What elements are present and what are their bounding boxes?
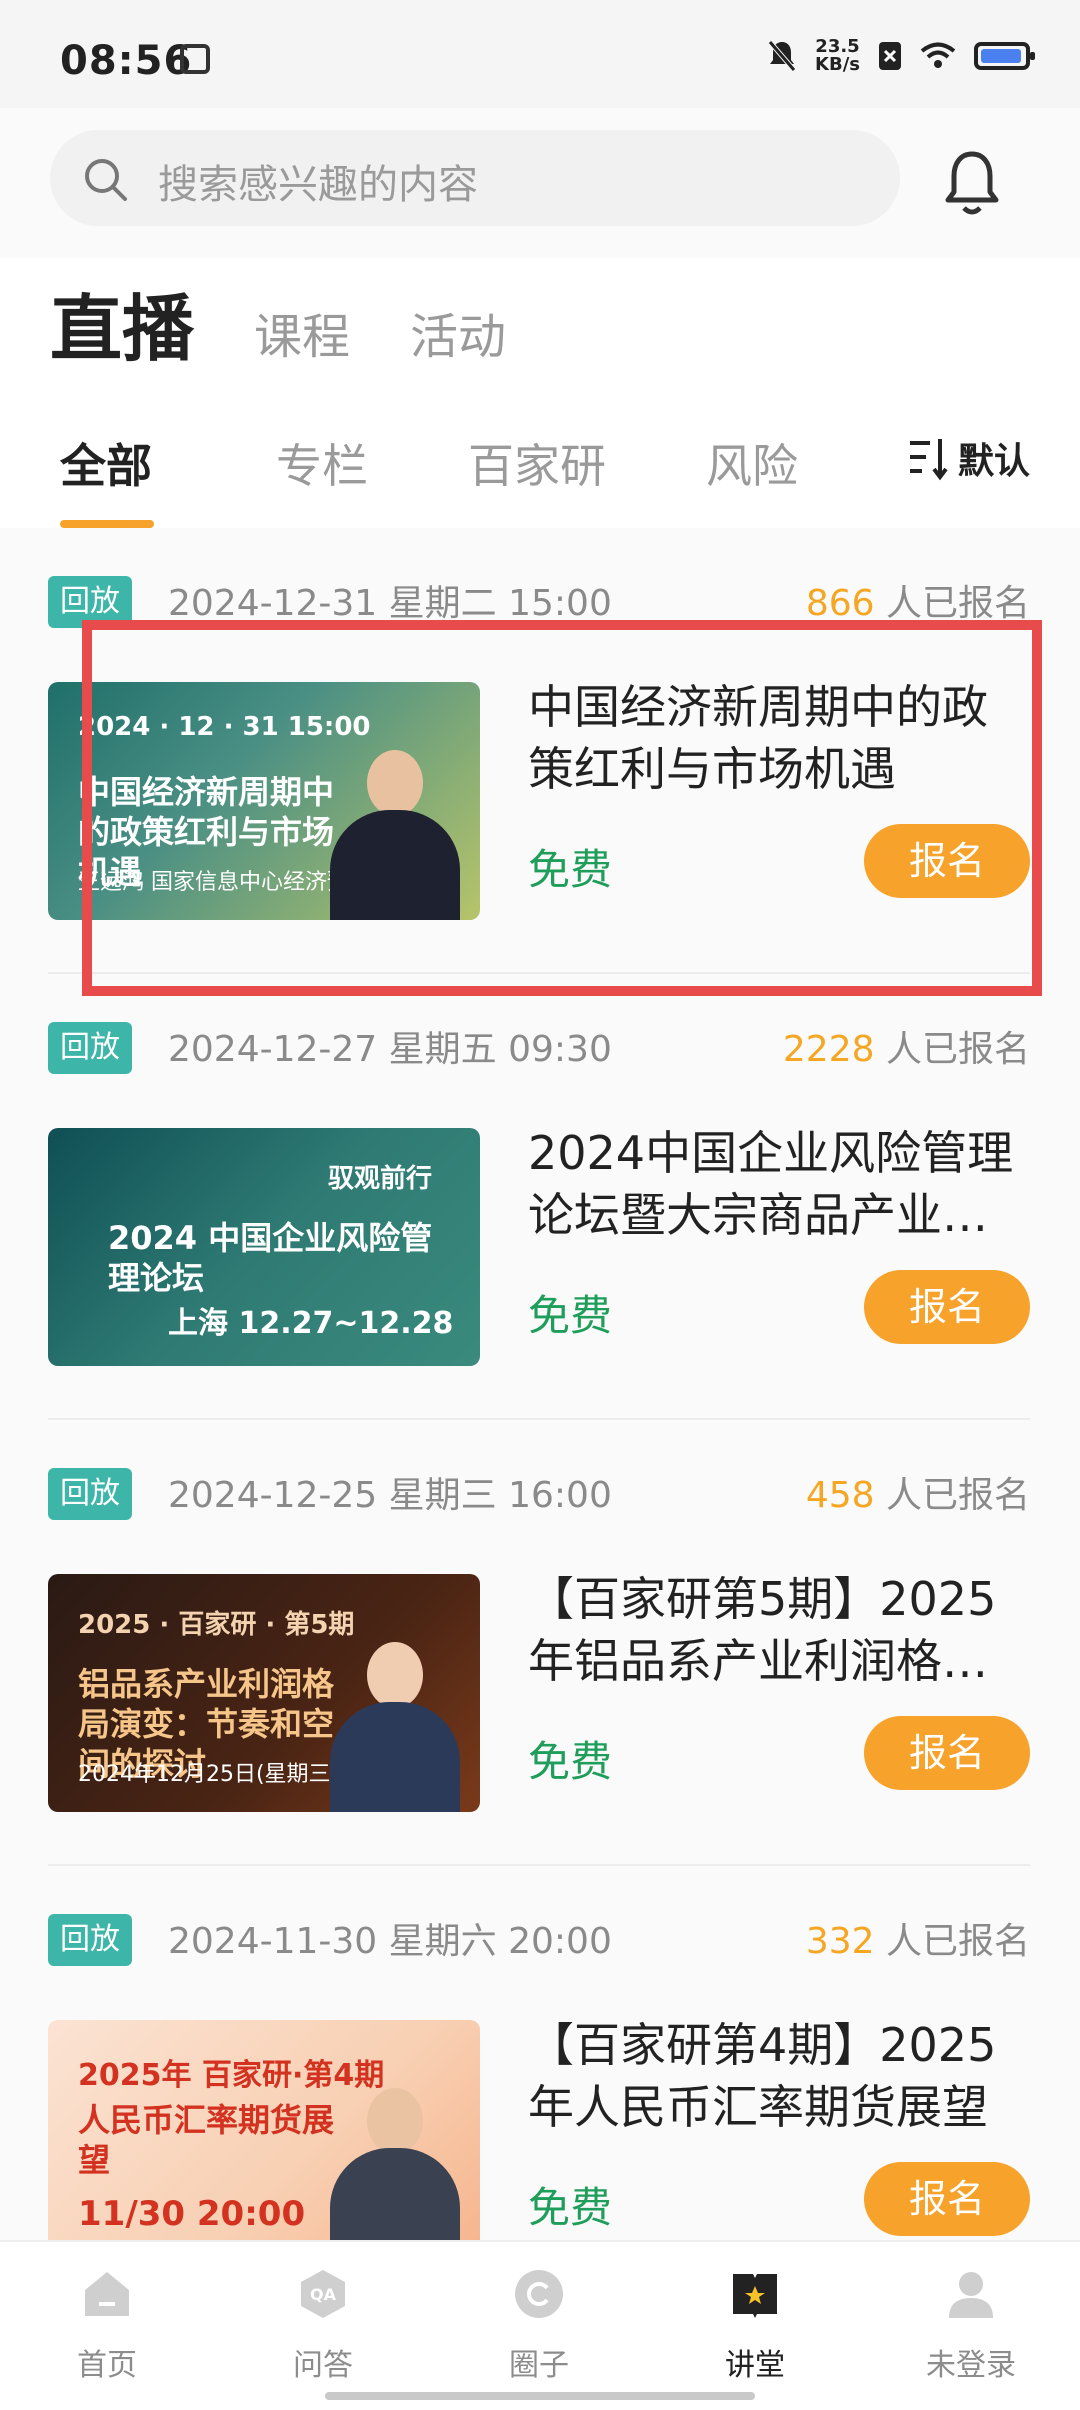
event-title[interactable]: 【百家研第5期】2025年铝品系产业利润格局… <box>528 1568 1030 1692</box>
thumb-title: 人民币汇率期货展望 <box>78 2101 335 2179</box>
nav-label: 首页 <box>77 2348 137 2383</box>
net-speed-unit: KB/s <box>815 54 860 75</box>
signup-suffix: 人已报名 <box>885 1921 1030 1962</box>
sim-off-icon <box>879 42 901 70</box>
qa-icon: QA <box>301 2270 345 2318</box>
count-value: 332 <box>805 1921 875 1962</box>
user-icon <box>949 2272 993 2318</box>
thumb-title: 2024 中国企业风险管理论坛 <box>108 1219 433 1297</box>
replay-badge: 回放 <box>48 1022 132 1074</box>
list-item[interactable]: 回放 2024-12-27 星期五 09:30 2228 人已报名 驭观前行 2… <box>0 974 1080 1420</box>
nav-home[interactable]: 首页 <box>32 2266 182 2384</box>
replay-badge: 回放 <box>48 1914 132 1966</box>
thumb-time: 11/30 20:00 <box>78 2194 306 2234</box>
event-date: 2024-12-25 星期三 16:00 <box>168 1475 612 1516</box>
search-placeholder: 搜索感兴趣的内容 <box>158 162 478 208</box>
list-item[interactable]: 回放 2024-12-25 星期三 16:00 458 人已报名 2025 · … <box>0 1420 1080 1866</box>
nav-circle[interactable]: 圈子 <box>464 2266 614 2384</box>
category-risk[interactable]: 风险 <box>706 430 798 496</box>
thumb-slogan: 驭观前行 <box>328 1164 433 1194</box>
price: 免费 <box>528 2183 613 2232</box>
bottom-nav: 首页 QA 问答 圈子 讲堂 未登录 <box>0 2240 1080 2410</box>
event-date: 2024-12-31 星期二 15:00 <box>168 583 612 624</box>
svg-text:QA: QA <box>310 2285 337 2304</box>
tab-activities[interactable]: 活动 <box>410 297 506 375</box>
category-all[interactable]: 全部 <box>60 430 152 496</box>
battery-icon <box>974 42 1035 70</box>
category-column[interactable]: 专栏 <box>276 430 368 496</box>
net-speed: 23.5 KB/s <box>815 38 860 74</box>
price: 免费 <box>528 1291 613 1340</box>
replay-badge: 回放 <box>48 1468 132 1520</box>
highlight-box <box>82 620 1042 996</box>
signup-suffix: 人已报名 <box>885 1475 1030 1516</box>
wifi-icon <box>920 42 956 68</box>
mute-icon <box>768 40 796 72</box>
thumb-issue: 2025 · 百家研 · 第5期 <box>78 1610 355 1640</box>
sort-label: 默认 <box>957 441 1030 482</box>
active-tab-indicator <box>60 520 154 528</box>
lecture-icon <box>733 2274 777 2318</box>
nav-label: 圈子 <box>509 2348 569 2383</box>
app-notification-icon <box>180 44 210 74</box>
event-date: 2024-12-27 星期五 09:30 <box>168 1029 612 1070</box>
signup-button[interactable]: 报名 <box>864 2162 1030 2236</box>
sort-icon <box>909 439 948 481</box>
nav-lecture[interactable]: 讲堂 <box>680 2266 830 2384</box>
top-tabs: 直播 课程 活动 <box>50 270 506 375</box>
home-icon <box>85 2272 129 2316</box>
event-thumbnail[interactable]: 2025 · 百家研 · 第5期 铝品系产业利润格局演变：节奏和空间的探讨 20… <box>48 1574 480 1812</box>
search-input[interactable]: 搜索感兴趣的内容 <box>50 130 900 226</box>
count-value: 2228 <box>782 1029 875 1070</box>
status-icons: 23.5 KB/s <box>767 38 1035 74</box>
status-time: 08:56 <box>60 38 193 84</box>
signup-suffix: 人已报名 <box>885 583 1030 624</box>
event-thumbnail[interactable]: 2025年 百家研·第4期 人民币汇率期货展望 11/30 20:00 <box>48 2020 480 2258</box>
circle-icon <box>515 2270 563 2318</box>
signup-count: 866 人已报名 <box>806 574 1030 626</box>
search-header: 搜索感兴趣的内容 <box>0 108 1080 258</box>
nav-label: 未登录 <box>926 2348 1016 2383</box>
signup-count: 332 人已报名 <box>806 1912 1030 1964</box>
signup-count: 2228 人已报名 <box>783 1020 1030 1072</box>
tab-courses[interactable]: 课程 <box>254 297 350 375</box>
bell-icon[interactable] <box>940 148 1004 218</box>
event-date: 2024-11-30 星期六 20:00 <box>168 1921 612 1962</box>
category-tabs: 全部 专栏 百家研 风险 默认 <box>0 420 1080 530</box>
speaker-photo <box>330 2088 460 2258</box>
signup-suffix: 人已报名 <box>885 1029 1030 1070</box>
status-bar: 08:56 23.5 KB/s <box>0 0 1080 108</box>
thumb-location: 上海 12.27~12.28 <box>168 1306 454 1341</box>
event-thumbnail[interactable]: 驭观前行 2024 中国企业风险管理论坛 上海 12.27~12.28 <box>48 1128 480 1366</box>
signup-button[interactable]: 报名 <box>864 1270 1030 1344</box>
count-value: 458 <box>805 1475 875 1516</box>
nav-profile[interactable]: 未登录 <box>896 2266 1046 2384</box>
search-icon <box>85 159 127 201</box>
signup-count: 458 人已报名 <box>806 1466 1030 1518</box>
sort-button[interactable]: 默认 <box>906 432 1030 484</box>
count-value: 866 <box>805 583 875 624</box>
category-baijiayan[interactable]: 百家研 <box>468 430 606 496</box>
nav-qa[interactable]: QA 问答 <box>248 2266 398 2384</box>
nav-label: 讲堂 <box>725 2348 785 2383</box>
signup-button[interactable]: 报名 <box>864 1716 1030 1790</box>
speaker-photo <box>330 1642 460 1812</box>
tab-live[interactable]: 直播 <box>50 270 194 375</box>
event-title[interactable]: 2024中国企业风险管理论坛暨大宗商品产业… <box>528 1122 1030 1246</box>
home-indicator <box>325 2392 755 2400</box>
event-title[interactable]: 【百家研第4期】2025年人民币汇率期货展望 <box>528 2014 1030 2138</box>
price: 免费 <box>528 1737 613 1786</box>
nav-label: 问答 <box>293 2348 353 2383</box>
